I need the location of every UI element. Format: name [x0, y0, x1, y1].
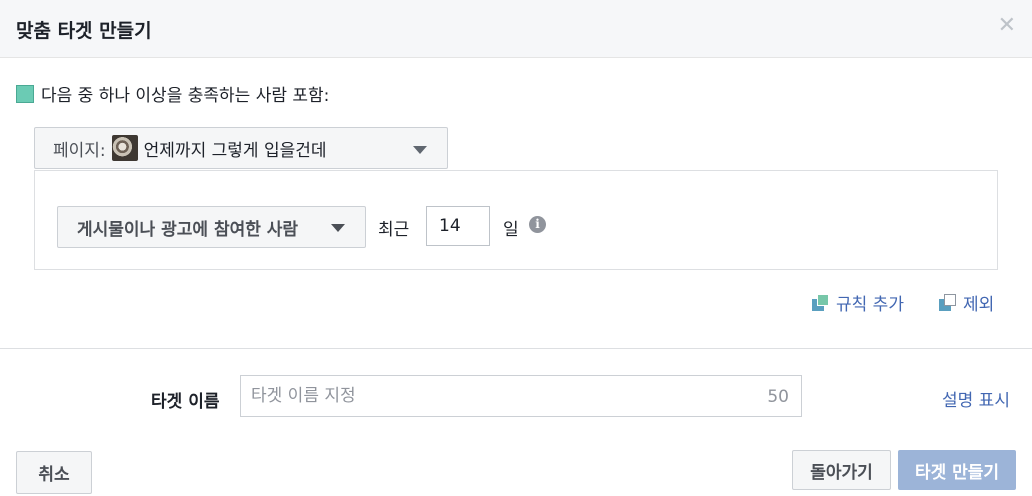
- exclude-button[interactable]: 제외: [939, 290, 994, 315]
- include-condition: 다음 중 하나 이상을 충족하는 사람 포함:: [16, 81, 329, 106]
- recent-label: 최근: [378, 220, 410, 240]
- chevron-down-icon: [413, 146, 427, 154]
- include-condition-label: 다음 중 하나 이상을 충족하는 사람 포함:: [41, 86, 330, 106]
- rule-box: 게시물이나 광고에 참여한 사람 최근 일 i: [34, 170, 998, 270]
- audience-name-field: 50: [240, 375, 802, 417]
- engagement-type-label: 게시물이나 광고에 참여한 사람: [77, 219, 299, 240]
- char-limit-counter: 50: [767, 387, 789, 407]
- create-audience-button[interactable]: 타겟 만들기: [898, 450, 1016, 490]
- cancel-button[interactable]: 취소: [16, 451, 92, 494]
- back-button[interactable]: 돌아가기: [792, 450, 891, 490]
- exclude-label: 제외: [963, 295, 995, 315]
- add-rule-label: 규칙 추가: [836, 295, 904, 315]
- chevron-down-icon: [331, 224, 345, 232]
- days-unit-label: 일: [503, 220, 519, 240]
- add-rule-icon: [812, 293, 830, 312]
- include-color-swatch: [16, 84, 34, 103]
- engagement-type-dropdown[interactable]: 게시물이나 광고에 참여한 사람: [57, 206, 366, 248]
- show-description-link[interactable]: 설명 표시: [942, 386, 1010, 411]
- close-icon[interactable]: ✕: [998, 12, 1016, 40]
- dialog-header: 맞춤 타겟 만들기 ✕: [0, 0, 1032, 58]
- dialog-title: 맞춤 타겟 만들기: [16, 20, 152, 42]
- exclude-icon: [939, 293, 957, 312]
- info-icon[interactable]: i: [529, 216, 546, 233]
- page-selector-label: 페이지:: [53, 140, 106, 161]
- page-thumbnail: [111, 135, 138, 161]
- page-selector-dropdown[interactable]: 페이지: 언제까지 그렇게 입을건데: [34, 127, 448, 169]
- audience-name-label: 타겟 이름: [151, 392, 220, 412]
- days-input[interactable]: [426, 206, 490, 246]
- audience-name-input[interactable]: [241, 376, 741, 416]
- page-name: 언제까지 그렇게 입을건데: [143, 140, 327, 161]
- section-divider: [0, 348, 1032, 349]
- add-rule-button[interactable]: 규칙 추가: [812, 290, 904, 315]
